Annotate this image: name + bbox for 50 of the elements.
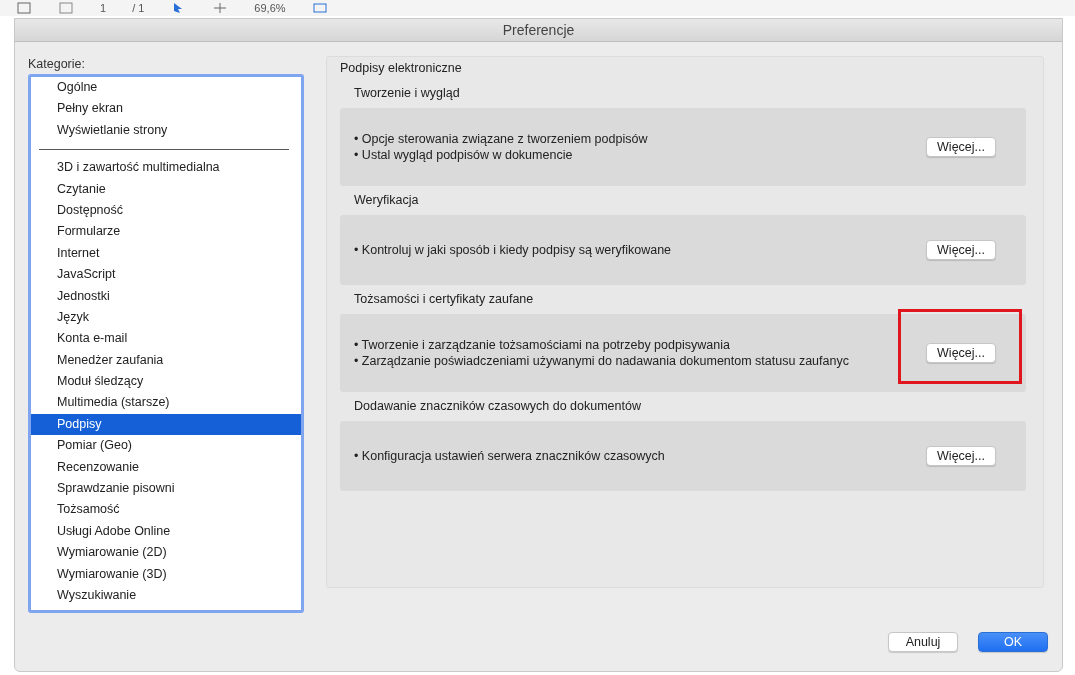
category-item[interactable]: Pomiar (Geo) — [31, 435, 301, 457]
category-item[interactable]: Wymiarowanie (3D) — [31, 563, 301, 585]
category-item[interactable]: Podpisy — [31, 413, 301, 436]
category-item[interactable]: Wymiarowanie (2D) — [31, 542, 301, 564]
category-item[interactable]: Moduł śledzący — [31, 371, 301, 393]
zoom-field[interactable]: 69,6% — [254, 1, 286, 15]
bullet-text: • Ustal wygląd podpisów w dokumencie — [354, 147, 574, 163]
more-button[interactable]: Więcej... — [926, 343, 996, 363]
category-item[interactable]: Wyświetlanie strony — [31, 119, 301, 142]
toolbar-icon[interactable] — [58, 2, 74, 14]
category-item[interactable]: Formularze — [31, 221, 301, 243]
category-item[interactable]: Tożsamość — [31, 499, 301, 521]
bullet-text: • Zarządzanie poświadczeniami używanymi do nadawania dokumentom statusu zaufanyc — [354, 353, 850, 369]
panel-title: Podpisy elektroniczne — [339, 60, 463, 77]
bullet-text: • Konfiguracja ustawień serwera znaczników czasowych — [354, 448, 666, 464]
page-number-field[interactable]: 1 — [100, 1, 107, 15]
more-button[interactable]: Więcej... — [926, 240, 996, 260]
cancel-button[interactable]: Anuluj — [888, 632, 958, 652]
category-item[interactable]: Multimedia (starsze) — [31, 392, 301, 414]
category-label: Kategorie: — [28, 57, 86, 71]
toolbar-icon[interactable] — [16, 2, 32, 14]
category-item[interactable]: Czytanie — [31, 178, 301, 200]
more-button[interactable]: Więcej... — [926, 446, 996, 466]
section-title: Dodawanie znaczników czasowych do dokumentów — [353, 398, 642, 415]
bullet-text: • Tworzenie i zarządzanie tożsamościami na potrzeby podpisywania — [354, 337, 731, 353]
category-item[interactable]: Wyszukiwanie — [31, 585, 301, 607]
category-item[interactable]: Recenzowanie — [31, 456, 301, 479]
section-title: Weryfikacja — [353, 192, 420, 209]
window-title: Preferencje — [15, 19, 1062, 42]
category-item[interactable]: Ogólne — [31, 77, 301, 99]
more-button[interactable]: Więcej... — [926, 137, 996, 157]
category-item[interactable]: Dostępność — [31, 199, 301, 222]
category-item[interactable]: Sprawdzanie pisowni — [31, 478, 301, 500]
section-title: Tożsamości i certyfikaty zaufane — [353, 291, 535, 308]
page-total: / 1 — [132, 1, 145, 15]
ok-button[interactable]: OK — [978, 632, 1048, 652]
toolbar-icon[interactable] — [311, 2, 328, 14]
category-item[interactable]: Menedżer zaufania — [31, 349, 301, 372]
category-item[interactable]: Usługi Adobe Online — [31, 520, 301, 543]
category-item[interactable]: 3D i zawartość multimedialna — [31, 157, 301, 179]
bullet-text: • Kontroluj w jaki sposób i kiedy podpisy są weryfikowane — [354, 242, 673, 258]
bullet-text: • Opcje sterowania związane z tworzeniem podpisów — [354, 131, 649, 147]
category-item[interactable]: Konta e-mail — [31, 328, 301, 350]
category-item[interactable]: JavaScript — [31, 264, 301, 286]
section-title: Tworzenie i wygląd — [353, 85, 461, 102]
category-item[interactable]: Jednostki — [31, 285, 301, 307]
category-item[interactable]: Język — [31, 306, 301, 329]
toolbar-icon[interactable] — [212, 2, 229, 14]
category-item[interactable]: Internet — [31, 242, 301, 265]
category-item[interactable]: Pełny ekran — [31, 98, 301, 120]
